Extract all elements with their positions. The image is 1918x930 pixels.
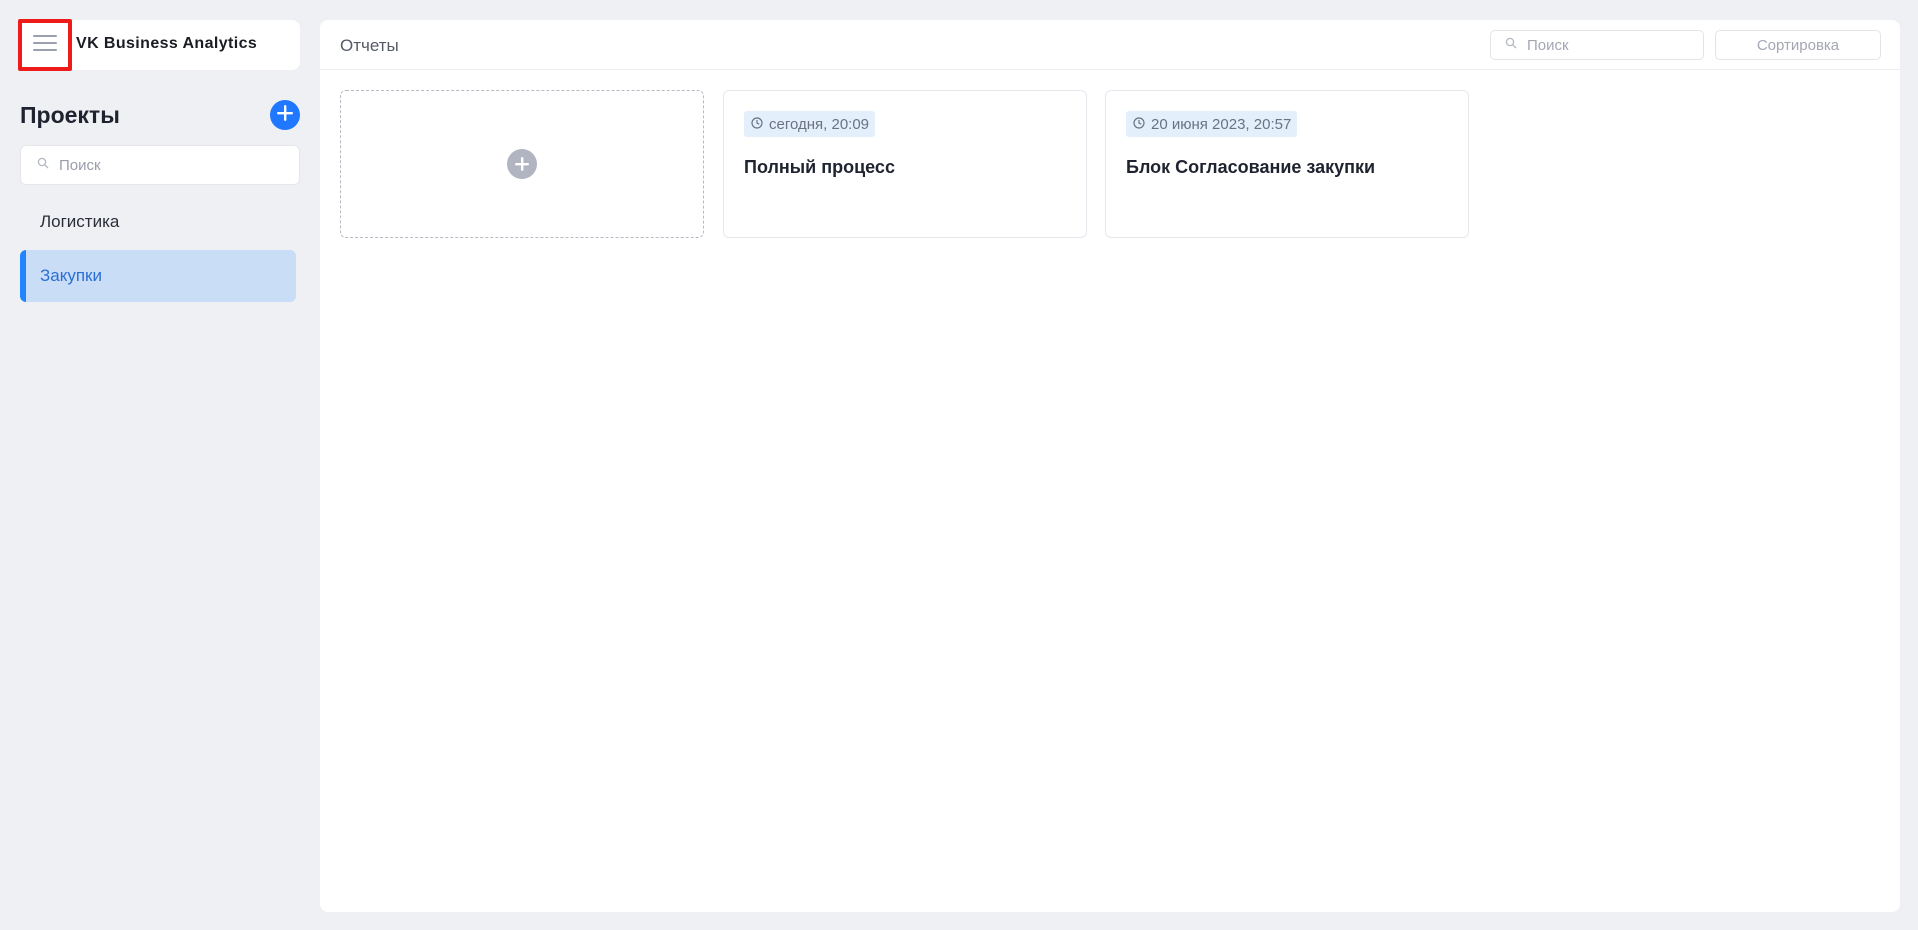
report-title: Полный процесс (744, 157, 895, 177)
clock-icon (751, 116, 769, 133)
plus-icon (276, 104, 294, 127)
search-icon (37, 156, 49, 174)
add-project-button[interactable] (270, 100, 300, 130)
plus-circle-icon (507, 149, 537, 179)
brand-name: VK Business Analytics (76, 35, 258, 52)
report-card[interactable]: сегодня, 20:09 Полный процесс (723, 90, 1087, 238)
search-icon (1505, 36, 1517, 54)
projects-title: Проекты (20, 102, 120, 128)
report-date: сегодня, 20:09 (769, 115, 870, 133)
report-title: Блок Согласование закупки (1126, 157, 1376, 177)
main-header: Отчеты Сортировка (320, 20, 1900, 70)
report-search (1490, 30, 1704, 60)
menu-lines-icon (33, 34, 57, 57)
report-date: 20 июня 2023, 20:57 (1151, 115, 1292, 133)
report-card[interactable]: 20 июня 2023, 20:57 Блок Согласование за… (1105, 90, 1469, 238)
date-badge: сегодня, 20:09 (744, 111, 876, 137)
date-badge: 20 июня 2023, 20:57 (1126, 111, 1298, 137)
main-panel: Отчеты Сортировка (320, 20, 1900, 912)
project-item-logistics[interactable]: Логистика (20, 196, 296, 248)
report-search-input[interactable] (1527, 36, 1697, 54)
project-search (20, 145, 300, 185)
sort-button[interactable]: Сортировка (1715, 30, 1881, 60)
page-title: Отчеты (340, 36, 399, 55)
project-search-input[interactable] (59, 156, 279, 174)
clock-icon (1133, 116, 1151, 133)
brand-bar: VK Business Analytics (18, 19, 300, 71)
project-item-purchases[interactable]: Закупки (20, 250, 296, 302)
sidebar: VK Business Analytics Проекты Логистика … (18, 19, 300, 910)
new-report-card[interactable] (340, 90, 704, 238)
menu-button[interactable] (18, 19, 72, 71)
